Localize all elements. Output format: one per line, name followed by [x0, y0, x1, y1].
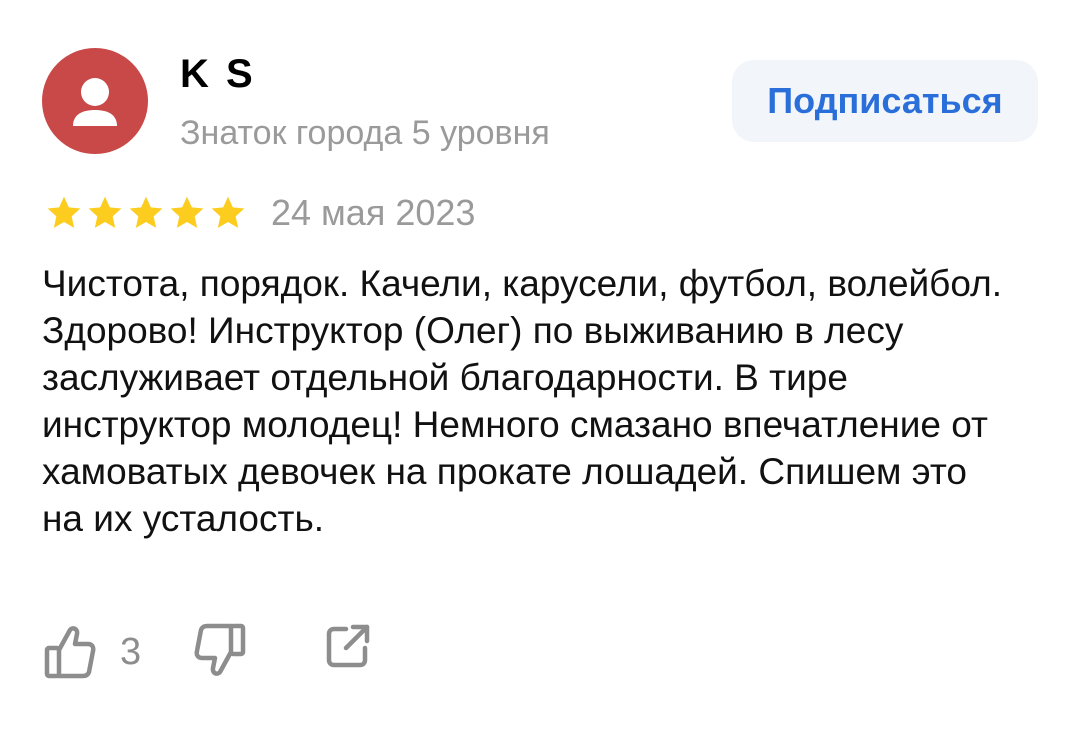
- star-icon: [129, 196, 163, 228]
- rating-row: 24 мая 2023: [44, 192, 475, 234]
- subscribe-button[interactable]: Подписаться: [732, 60, 1038, 142]
- author-name[interactable]: K S: [180, 50, 256, 98]
- thumbs-down-icon: [194, 623, 246, 676]
- review-text: Чистота, порядок. Качели, карусели, футб…: [42, 263, 1003, 539]
- star-icon: [47, 196, 81, 228]
- review-date: 24 мая 2023: [271, 192, 476, 233]
- dislike-button[interactable]: [194, 622, 246, 678]
- thumbs-up-icon: [44, 626, 96, 679]
- review-actions: 3: [44, 622, 444, 682]
- avatar[interactable]: [42, 48, 148, 154]
- star-icon: [211, 196, 245, 228]
- share-button[interactable]: [324, 622, 372, 670]
- star-icon: [170, 196, 204, 228]
- star-rating: [44, 193, 249, 233]
- user-icon: [73, 78, 117, 126]
- star-icon: [88, 196, 122, 228]
- author-level: Знаток города 5 уровня: [180, 114, 550, 152]
- like-button[interactable]: 3: [44, 622, 141, 682]
- share-icon: [326, 624, 370, 668]
- like-count: 3: [120, 631, 142, 673]
- review-card: K S Знаток города 5 уровня Подписаться 2…: [0, 0, 1080, 739]
